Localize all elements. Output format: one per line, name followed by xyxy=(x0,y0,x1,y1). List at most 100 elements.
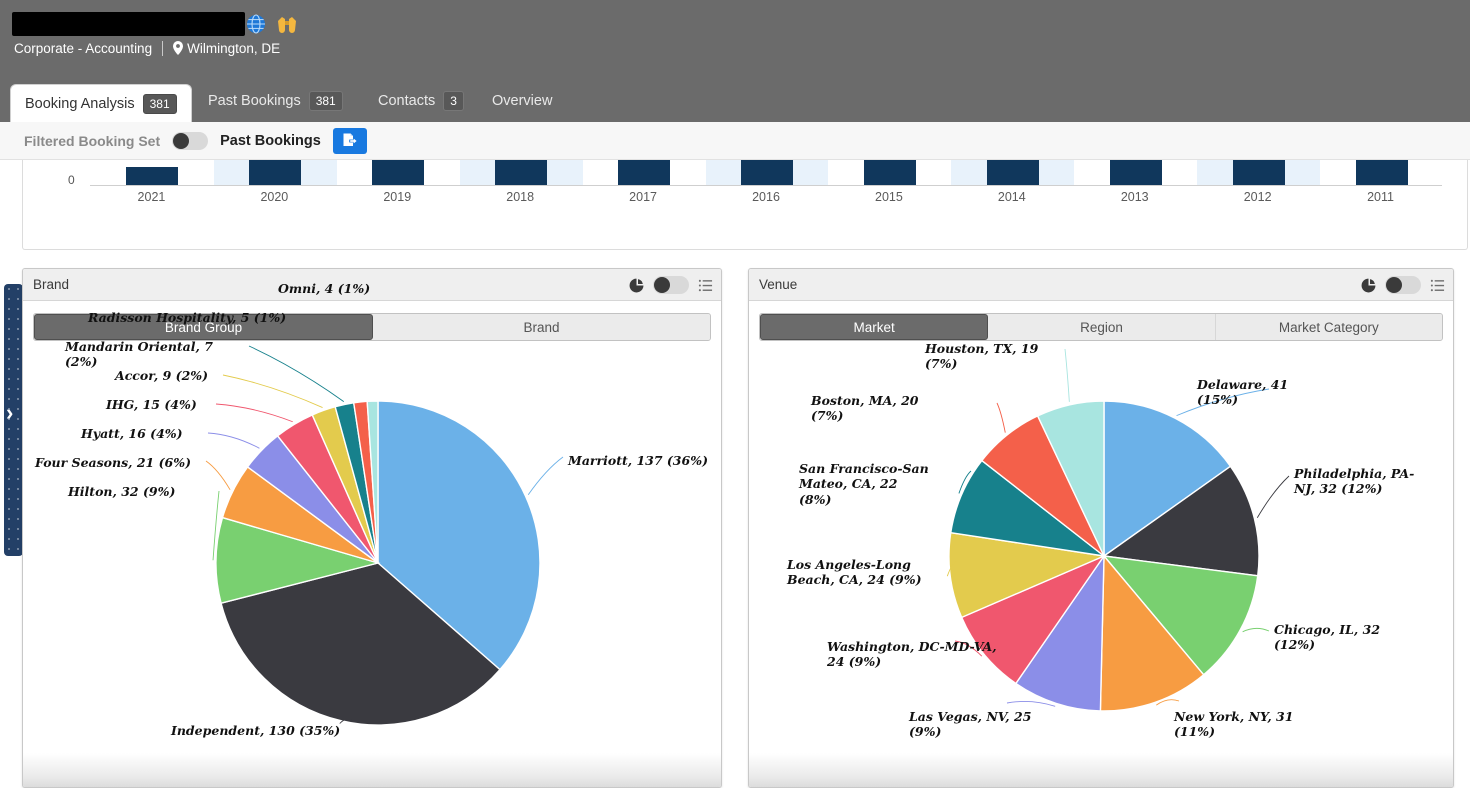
pie-leader-line xyxy=(1242,627,1270,633)
timeline-year-label: 2016 xyxy=(752,190,780,204)
location-label: Wilmington, DE xyxy=(187,41,281,56)
export-document-icon[interactable] xyxy=(332,127,367,154)
account-name-redacted xyxy=(12,12,245,36)
toggle-knob xyxy=(173,132,190,149)
timeline-axis-baseline xyxy=(90,185,1442,186)
pie-leader-line xyxy=(1064,348,1070,402)
venue-panel-title: Venue xyxy=(759,277,798,292)
pie-leader-line xyxy=(527,456,564,496)
brand-pie-chart: Marriott, 137 (36%) Independent, 130 (35%… xyxy=(23,281,721,787)
timeline-year-label: 2015 xyxy=(875,190,903,204)
department-label: Corporate - Accounting xyxy=(14,41,153,56)
venue-grouping-segmented-control: Market Region Market Category xyxy=(759,313,1443,341)
pie-leader-line xyxy=(207,432,260,449)
pie-slice-label: IHG, 15 (4%) xyxy=(106,397,197,412)
timeline-bar[interactable] xyxy=(1355,160,1408,185)
segment-market-category[interactable]: Market Category xyxy=(1215,314,1442,340)
tab-badge: 381 xyxy=(142,93,177,114)
pie-slice-label: Houston, TX, 19 (7%) xyxy=(925,341,1039,372)
segment-region[interactable]: Region xyxy=(988,314,1216,340)
sidebar-expand-handle[interactable]: › xyxy=(4,284,23,556)
pie-leader-line xyxy=(1256,475,1290,519)
tab-badge: 381 xyxy=(308,91,343,111)
header-icon-group xyxy=(246,14,298,34)
timeline-bar[interactable] xyxy=(372,160,425,185)
segment-market[interactable]: Market xyxy=(760,314,989,340)
timeline-bar[interactable] xyxy=(249,160,302,185)
filtered-booking-set-label: Filtered Booking Set xyxy=(24,132,161,149)
tab-label: Booking Analysis xyxy=(25,95,135,112)
pie-leader-line xyxy=(222,374,323,408)
timeline-year-label: 2011 xyxy=(1367,190,1394,204)
timeline-bar[interactable] xyxy=(1232,160,1285,185)
timeline-year-label: 2017 xyxy=(629,190,657,204)
timeline-axis-zero-label: 0 xyxy=(68,173,75,187)
location-pin-icon xyxy=(173,41,187,56)
filter-bar: Filtered Booking Set Past Bookings xyxy=(0,122,1470,160)
chevron-right-icon: › xyxy=(6,400,14,425)
toggle-knob xyxy=(1386,277,1402,293)
timeline-bar-chart-panel xyxy=(22,160,1468,250)
segment-brand[interactable]: Brand xyxy=(373,314,710,340)
tab-past-bookings[interactable]: Past Bookings 381 xyxy=(194,80,357,122)
pie-chart-icon[interactable] xyxy=(629,278,644,293)
brand-panel-title: Brand xyxy=(33,277,70,292)
list-view-icon[interactable] xyxy=(698,278,713,293)
pie-leader-line xyxy=(248,345,345,402)
timeline-bar[interactable] xyxy=(863,160,916,185)
tab-booking-analysis[interactable]: Booking Analysis 381 xyxy=(10,84,192,122)
pie-slice-label: Accor, 9 (2%) xyxy=(115,368,209,383)
timeline-year-label: 2012 xyxy=(1243,190,1272,204)
pie-slice-label: Boston, MA, 20 (7%) xyxy=(811,393,919,424)
venue-panel-tools xyxy=(1361,269,1445,301)
timeline-year-label: 2020 xyxy=(260,190,289,204)
venue-chart-type-toggle[interactable] xyxy=(1385,276,1421,294)
pie-leader-line xyxy=(215,403,293,423)
timeline-bar[interactable] xyxy=(618,160,671,185)
pie-slice-label: Washington, DC-MD-VA, 24 (9%) xyxy=(827,639,997,670)
header-divider xyxy=(162,41,164,56)
pie-slice-label: Four Seasons, 21 (6%) xyxy=(35,455,191,470)
globe-icon[interactable] xyxy=(246,14,266,34)
timeline-bar[interactable] xyxy=(1109,160,1162,185)
timeline-year-label: 2019 xyxy=(383,190,412,204)
timeline-year-label: 2018 xyxy=(506,190,535,204)
venue-chart-panel: Venue Market Region Market Category Dela… xyxy=(748,268,1454,788)
timeline-bar[interactable] xyxy=(741,160,793,185)
filtered-booking-set-value: Past Bookings xyxy=(220,132,321,149)
pie-slice-label: Hilton, 32 (9%) xyxy=(68,484,176,499)
app-header: Corporate - Accounting Wilmington, DE xyxy=(0,0,1470,80)
tab-contacts[interactable]: Contacts 3 xyxy=(364,80,478,122)
tab-badge: 3 xyxy=(443,91,464,111)
timeline-year-label: 2013 xyxy=(1120,190,1149,204)
pie-leader-line xyxy=(996,402,1006,433)
timeline-bar[interactable] xyxy=(986,160,1039,185)
timeline-bar[interactable] xyxy=(126,167,179,185)
venue-panel-header: Venue xyxy=(749,269,1453,301)
pie-slice-label: Omni, 4 (1%) xyxy=(278,281,371,296)
tab-label: Contacts xyxy=(378,93,436,109)
pie-slice-label: Independent, 130 (35%) xyxy=(171,723,341,738)
tab-label: Overview xyxy=(492,93,553,109)
page-bottom-strip xyxy=(0,788,1470,806)
venue-pie-chart: Delaware, 41 (15%) Philadelphia, PA-NJ, 3… xyxy=(749,341,1453,787)
pie-slice-label: Delaware, 41 (15%) xyxy=(1197,377,1289,408)
tab-overview[interactable]: Overview xyxy=(478,80,566,122)
pie-slice-label: Las Vegas, NV, 25 (9%) xyxy=(909,709,1032,740)
pie-slice-label: New York, NY, 31 (11%) xyxy=(1174,709,1294,740)
timeline-bar[interactable] xyxy=(495,160,548,185)
tab-label: Past Bookings xyxy=(208,93,301,109)
header-subline: Corporate - Accounting Wilmington, DE xyxy=(14,41,280,56)
pie-slice-label: Los Angeles-Long Beach, CA, 24 (9%) xyxy=(787,557,922,588)
pie-slice-label: Chicago, IL, 32 (12%) xyxy=(1274,622,1381,653)
brand-chart-panel: Brand Brand Group Brand Marriott, 137 (3… xyxy=(22,268,722,788)
brand-chart-type-toggle[interactable] xyxy=(653,276,689,294)
list-view-icon[interactable] xyxy=(1430,278,1445,293)
timeline-year-label: 2021 xyxy=(137,190,166,204)
filtered-booking-set-toggle[interactable] xyxy=(172,131,209,150)
toggle-knob xyxy=(654,277,670,293)
binoculars-icon[interactable] xyxy=(276,15,298,33)
pie-chart-icon[interactable] xyxy=(1361,278,1376,293)
pie-slice-label: San Francisco-San Mateo, CA, 22 (8%) xyxy=(799,461,929,507)
pie-slice-label: Marriott, 137 (36%) xyxy=(568,453,708,468)
